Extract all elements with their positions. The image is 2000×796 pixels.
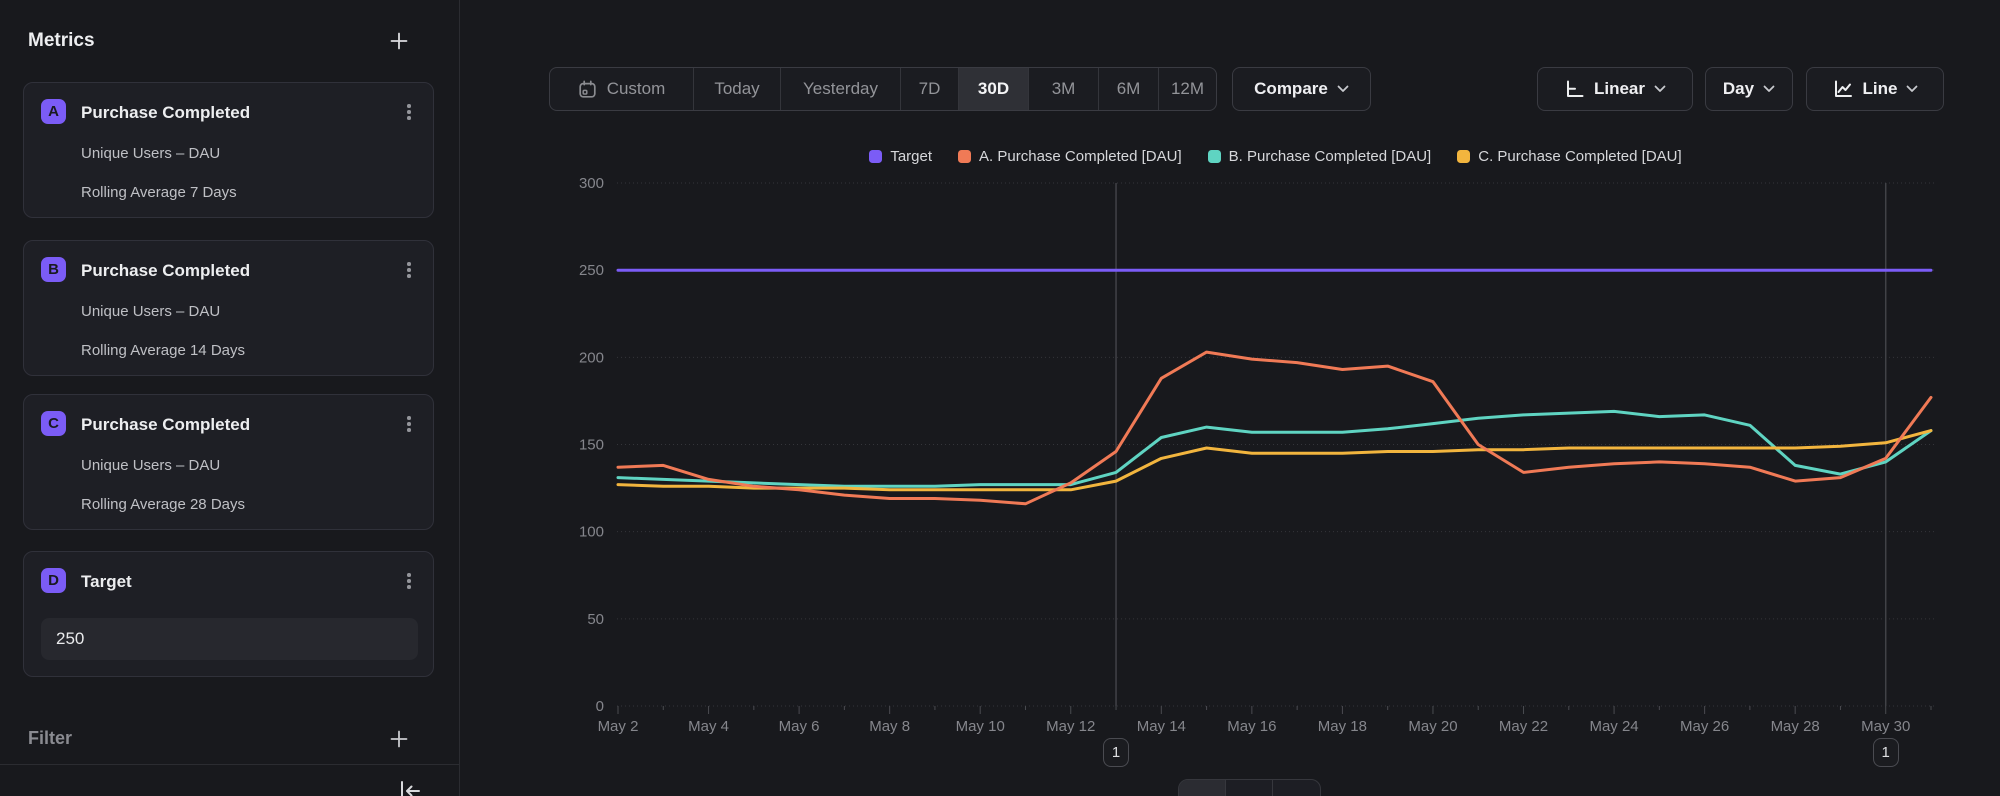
y-axis-label: 100 [579,524,604,541]
x-axis-label: May 10 [956,718,1005,735]
annotation-badge[interactable]: 1 [1103,738,1129,767]
metrics-dashboard: Metrics A Purchase Completed Unique User… [0,0,2000,796]
y-axis-label: 300 [579,175,604,192]
y-axis-label: 250 [579,262,604,279]
series-line-1 [618,352,1931,504]
annotation-badge[interactable]: 1 [1873,738,1899,767]
x-axis-label: May 16 [1227,718,1276,735]
x-axis-label: May 26 [1680,718,1729,735]
y-axis-label: 50 [587,611,604,628]
x-axis-label: May 2 [598,718,639,735]
view-breakdown-button[interactable] [1273,780,1320,796]
x-axis-label: May 20 [1408,718,1457,735]
series-line-3 [618,431,1931,490]
x-axis-label: May 24 [1589,718,1638,735]
view-toggle-group [1178,779,1321,796]
x-axis-label: May 8 [869,718,910,735]
x-axis-label: May 4 [688,718,729,735]
x-axis-label: May 14 [1137,718,1186,735]
x-axis-label: May 22 [1499,718,1548,735]
x-axis-label: May 6 [779,718,820,735]
y-axis-label: 200 [579,349,604,366]
y-axis-label: 150 [579,437,604,454]
x-axis-label: May 28 [1771,718,1820,735]
y-axis-label: 0 [596,698,604,715]
line-chart: 0 50 100 150 200 250 300 May 2 May 4 May 6 May 8 Ma… [0,0,2000,796]
x-axis-label: May 30 [1861,718,1910,735]
x-axis-label: May 18 [1318,718,1367,735]
view-chart-button[interactable] [1179,780,1226,796]
view-table-button[interactable] [1226,780,1273,796]
x-axis-label: May 12 [1046,718,1095,735]
